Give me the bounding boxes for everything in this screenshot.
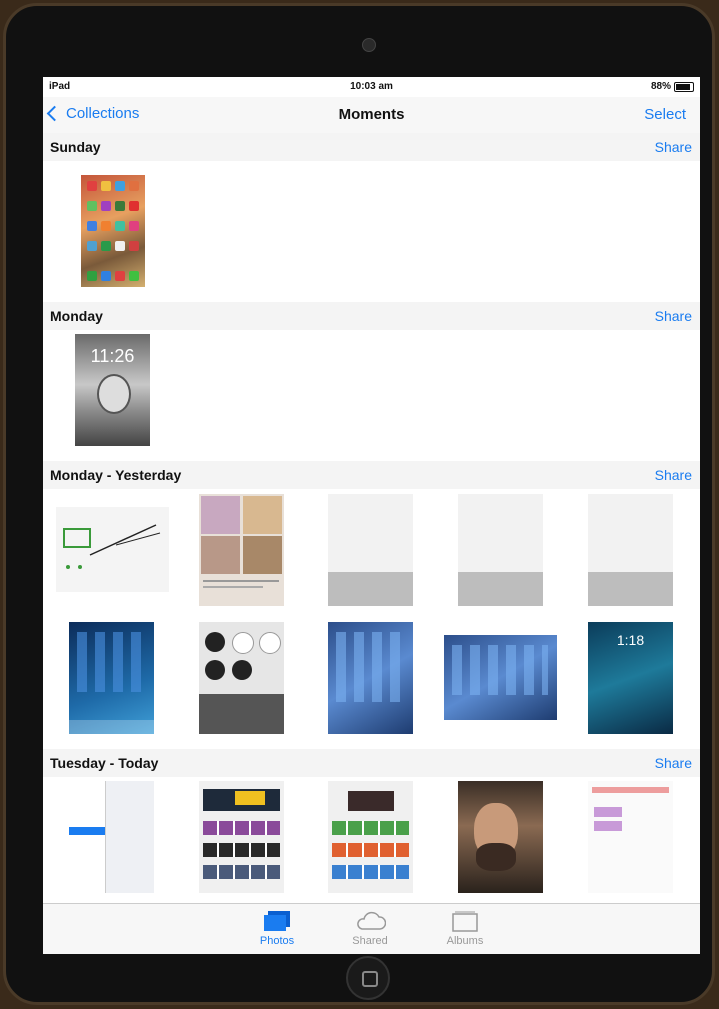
tab-shared[interactable]: Shared	[330, 910, 410, 947]
status-time: 10:03 am	[350, 81, 393, 92]
ipad-device: iPad 10:03 am 88% Collections Moments Se…	[3, 3, 715, 1005]
comic-thumbnail[interactable]	[199, 494, 284, 606]
status-bar: iPad 10:03 am 88%	[43, 77, 700, 97]
select-button[interactable]: Select	[644, 106, 686, 123]
battery-indicator: 88%	[651, 81, 694, 92]
screen: iPad 10:03 am 88% Collections Moments Se…	[43, 77, 700, 954]
share-button[interactable]: Share	[655, 755, 692, 771]
ipad-lock-time: 1:18	[616, 632, 645, 648]
albums-icon	[425, 910, 505, 932]
battery-icon	[674, 81, 694, 92]
section-header-monday: Monday Share	[43, 302, 700, 330]
share-button[interactable]: Share	[655, 308, 692, 324]
sketch-drawing	[63, 524, 161, 569]
ipad-home-thumbnail[interactable]	[69, 622, 154, 734]
calendar-thumbnail[interactable]	[588, 781, 673, 893]
tab-bar: Photos Shared Albums	[43, 903, 700, 954]
section-title: Monday - Yesterday	[50, 467, 182, 483]
home-button[interactable]	[346, 956, 390, 1000]
section-header-sunday: Sunday Share	[43, 133, 700, 161]
tab-albums[interactable]: Albums	[425, 910, 505, 947]
notes-keyboard-thumbnail[interactable]	[458, 494, 543, 606]
section-header-today: Tuesday - Today Share	[43, 749, 700, 777]
world-clock-thumbnail[interactable]	[199, 622, 284, 734]
tab-label: Photos	[259, 935, 295, 947]
app-store-games-thumbnail[interactable]	[328, 781, 413, 893]
ipad-home-landscape-thumbnail[interactable]	[444, 635, 557, 720]
ipad-home-wave-thumbnail[interactable]	[328, 622, 413, 734]
tab-label: Shared	[352, 935, 388, 947]
ipad-lock-thumbnail[interactable]: 1:18	[588, 622, 673, 734]
cloud-icon	[330, 910, 410, 932]
selfie-photo-thumbnail[interactable]	[458, 781, 543, 893]
section-header-yesterday: Monday - Yesterday Share	[43, 461, 700, 489]
navigation-bar: Collections Moments Select	[43, 97, 700, 134]
notes-keyboard-thumbnail[interactable]	[588, 494, 673, 606]
sketch-thumbnail[interactable]	[56, 507, 169, 592]
section-title: Tuesday - Today	[50, 755, 159, 771]
page-title: Moments	[338, 106, 405, 123]
camera	[362, 38, 376, 52]
notes-keyboard-thumbnail[interactable]	[328, 494, 413, 606]
app-store-thumbnail[interactable]	[199, 781, 284, 893]
settings-thumbnail[interactable]	[69, 781, 154, 893]
section-title: Monday	[50, 308, 103, 324]
share-button[interactable]: Share	[655, 139, 692, 155]
battery-percent: 88%	[650, 81, 671, 92]
lock-screen-thumbnail[interactable]: 11:26	[75, 334, 150, 446]
tab-photos[interactable]: Photos	[237, 910, 317, 947]
tab-label: Albums	[446, 935, 484, 947]
photos-icon	[237, 910, 317, 932]
section-title: Sunday	[50, 139, 101, 155]
home-screen-thumbnail[interactable]	[81, 175, 145, 287]
share-button[interactable]: Share	[655, 467, 692, 483]
lock-time: 11:26	[90, 346, 135, 366]
